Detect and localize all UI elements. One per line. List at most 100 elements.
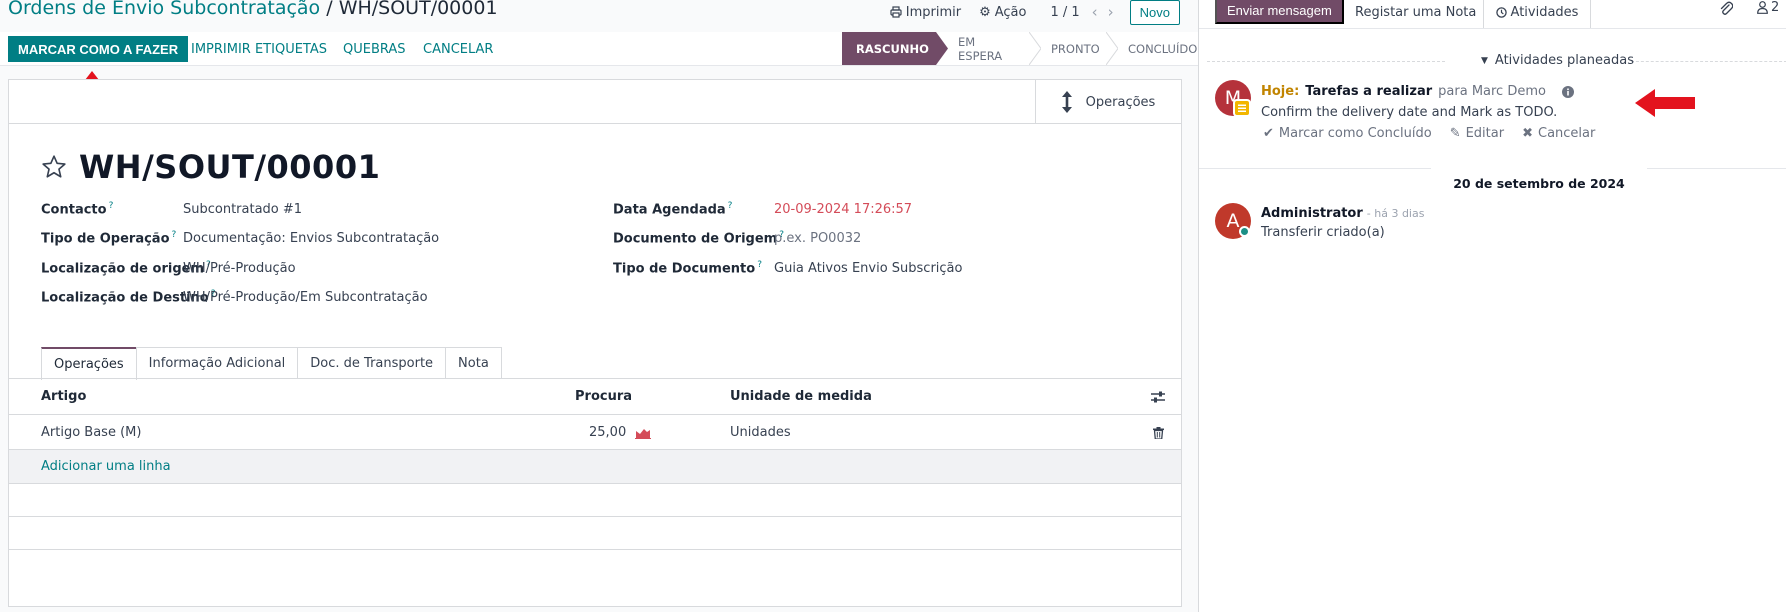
tab-transport-doc[interactable]: Doc. de Transporte [297, 347, 447, 379]
pager-prev-icon[interactable]: ‹ [1092, 3, 1098, 21]
top-actions: Imprimir ⚙ Ação 1 / 1 ‹ › Novo [890, 0, 1180, 25]
activity-due: Hoje: [1261, 84, 1300, 99]
field-value-destination-location[interactable]: WH/Pré-Produção/Em Subcontratação [183, 290, 428, 305]
field-value-scheduled-date[interactable]: 20-09-2024 17:26:57 [774, 202, 912, 217]
print-label: Imprimir [905, 4, 962, 20]
field-value-source-document[interactable]: p.ex. PO0032 [774, 231, 861, 246]
empty-row [9, 517, 1181, 550]
new-button[interactable]: Novo [1129, 0, 1180, 25]
message-time: - há 3 dias [1366, 207, 1425, 220]
field-value-document-type[interactable]: Guia Ativos Envio Subscrição [774, 261, 962, 276]
divider [1199, 28, 1786, 29]
message-author[interactable]: Administrator [1261, 206, 1363, 221]
cell-uom[interactable]: Unidades [730, 416, 791, 449]
control-panel: MARCAR COMO A FAZER IMPRIMIR ETIQUETAS Q… [0, 32, 1198, 66]
divider [1631, 61, 1786, 62]
record-title: WH/SOUT/00001 [41, 148, 380, 186]
message-body: Transferir criado(a) [1261, 225, 1385, 240]
close-icon: ✖ [1522, 126, 1533, 141]
followers-button[interactable]: 2 [1757, 0, 1779, 15]
send-message-button[interactable]: Enviar mensagem [1215, 0, 1344, 24]
vertical-arrows-icon [1061, 91, 1072, 113]
activity-actions: ✔ Marcar como Concluído ✎ Editar ✖ Cancelar [1263, 126, 1595, 141]
scrap-button[interactable]: QUEBRAS [343, 36, 406, 62]
print-labels-button[interactable]: IMPRIMIR ETIQUETAS [191, 36, 327, 62]
tab-additional-info[interactable]: Informação Adicional [135, 347, 299, 379]
info-icon[interactable] [1561, 85, 1574, 98]
log-note-button[interactable]: Registar uma Nota [1345, 0, 1486, 24]
empty-row [9, 484, 1181, 517]
tab-note[interactable]: Nota [445, 347, 502, 379]
action-menu[interactable]: ⚙ Ação [979, 5, 1026, 20]
field-value-contact[interactable]: Subcontratado #1 [183, 202, 302, 217]
activities-label: Atividades [1510, 4, 1579, 20]
pencil-icon: ✎ [1449, 126, 1461, 141]
gear-icon: ⚙ [979, 4, 991, 20]
field-value-operation-type[interactable]: Documentação: Envios Subcontratação [183, 231, 439, 246]
column-settings-icon[interactable] [1151, 379, 1165, 414]
user-icon [1757, 1, 1768, 14]
table-row[interactable]: Artigo Base (M) 25,00 Unidades [9, 416, 1181, 450]
print-menu[interactable]: Imprimir [890, 5, 961, 20]
status-step-done[interactable]: CONCLUÍDO [1106, 32, 1198, 65]
divider [1199, 168, 1431, 169]
cancel-activity-link[interactable]: ✖ Cancelar [1522, 126, 1595, 141]
planned-activities-label: Atividades planeadas [1494, 53, 1634, 68]
mark-todo-button[interactable]: MARCAR COMO A FAZER [8, 36, 189, 62]
chatter: Enviar mensagem Registar uma Nota Ativid… [1198, 0, 1786, 612]
todo-badge-icon [1233, 99, 1251, 117]
action-label: Ação [994, 4, 1027, 20]
operations-smart-label: Operações [1085, 94, 1156, 110]
field-label-contact: Contacto? [41, 201, 114, 218]
divider [1647, 168, 1786, 169]
printer-icon [890, 6, 902, 18]
notebook-tabs: Operações Informação Adicional Doc. de T… [41, 347, 502, 380]
activity-header: Hoje: Tarefas a realizar para Marc Demo [1261, 84, 1574, 99]
form-view: Ordens de Envio Subcontratação / WH/SOUT… [0, 0, 1198, 612]
status-bar: RASCUNHO EM ESPERA PRONTO CONCLUÍDO [842, 32, 1198, 65]
activity-summary: Tarefas a realizar [1305, 84, 1433, 99]
add-line-row: Adicionar uma linha [9, 450, 1181, 484]
breadcrumb-current: WH/SOUT/00001 [338, 0, 498, 19]
tab-operations[interactable]: Operações [41, 347, 137, 380]
record-name: WH/SOUT/00001 [79, 148, 381, 186]
column-header-article[interactable]: Artigo [41, 379, 86, 414]
operations-smart-button[interactable]: Operações [1035, 80, 1181, 124]
cancel-button[interactable]: CANCELAR [423, 36, 493, 62]
divider [1207, 61, 1445, 62]
field-label-source-document: Documento de Origem? [613, 230, 784, 247]
form-sheet: Operações WH/SOUT/00001 Contacto? Subcon… [8, 79, 1182, 607]
breadcrumb-parent-link[interactable]: Ordens de Envio Subcontratação [8, 0, 320, 19]
forecast-chart-icon[interactable] [635, 416, 651, 449]
breadcrumb-separator: / [326, 0, 333, 19]
status-step-draft[interactable]: RASCUNHO [842, 32, 948, 65]
column-header-demand[interactable]: Procura [575, 379, 632, 414]
activities-button[interactable]: Atividades [1483, 0, 1591, 29]
paperclip-icon[interactable] [1719, 0, 1733, 16]
add-line-link[interactable]: Adicionar uma linha [41, 450, 171, 483]
pager-next-icon[interactable]: › [1108, 3, 1114, 21]
field-label-scheduled-date: Data Agendada? [613, 201, 733, 218]
date-separator: 20 de setembro de 2024 [1453, 176, 1625, 191]
annotation-arrow-left-icon [1635, 89, 1695, 117]
trash-icon[interactable] [1153, 416, 1164, 449]
status-step-waiting[interactable]: EM ESPERA [936, 32, 1041, 65]
mark-done-link[interactable]: ✔ Marcar como Concluído [1263, 126, 1432, 141]
edit-link[interactable]: ✎ Editar [1450, 126, 1504, 141]
planned-activities-toggle[interactable]: ▼ Atividades planeadas [1481, 53, 1634, 68]
caret-down-icon: ▼ [1481, 55, 1488, 66]
cell-article[interactable]: Artigo Base (M) [41, 416, 141, 449]
breadcrumb: Ordens de Envio Subcontratação / WH/SOUT… [8, 0, 498, 19]
field-label-document-type: Tipo de Documento? [613, 260, 762, 277]
column-header-uom[interactable]: Unidade de medida [730, 379, 872, 414]
field-value-source-location[interactable]: WH/Pré-Produção [183, 261, 296, 276]
clock-icon [1495, 6, 1507, 18]
activity-note: Confirm the delivery date and Mark as TO… [1261, 105, 1558, 120]
table-header: Artigo Procura Unidade de medida [9, 379, 1181, 415]
message-header: Administrator - há 3 dias [1261, 206, 1424, 221]
activity-assignee: para Marc Demo [1438, 84, 1546, 99]
check-icon: ✔ [1263, 126, 1274, 141]
star-icon[interactable] [41, 154, 67, 180]
cell-demand[interactable]: 25,00 [589, 416, 626, 449]
pager-value[interactable]: 1 / 1 [1050, 5, 1079, 20]
